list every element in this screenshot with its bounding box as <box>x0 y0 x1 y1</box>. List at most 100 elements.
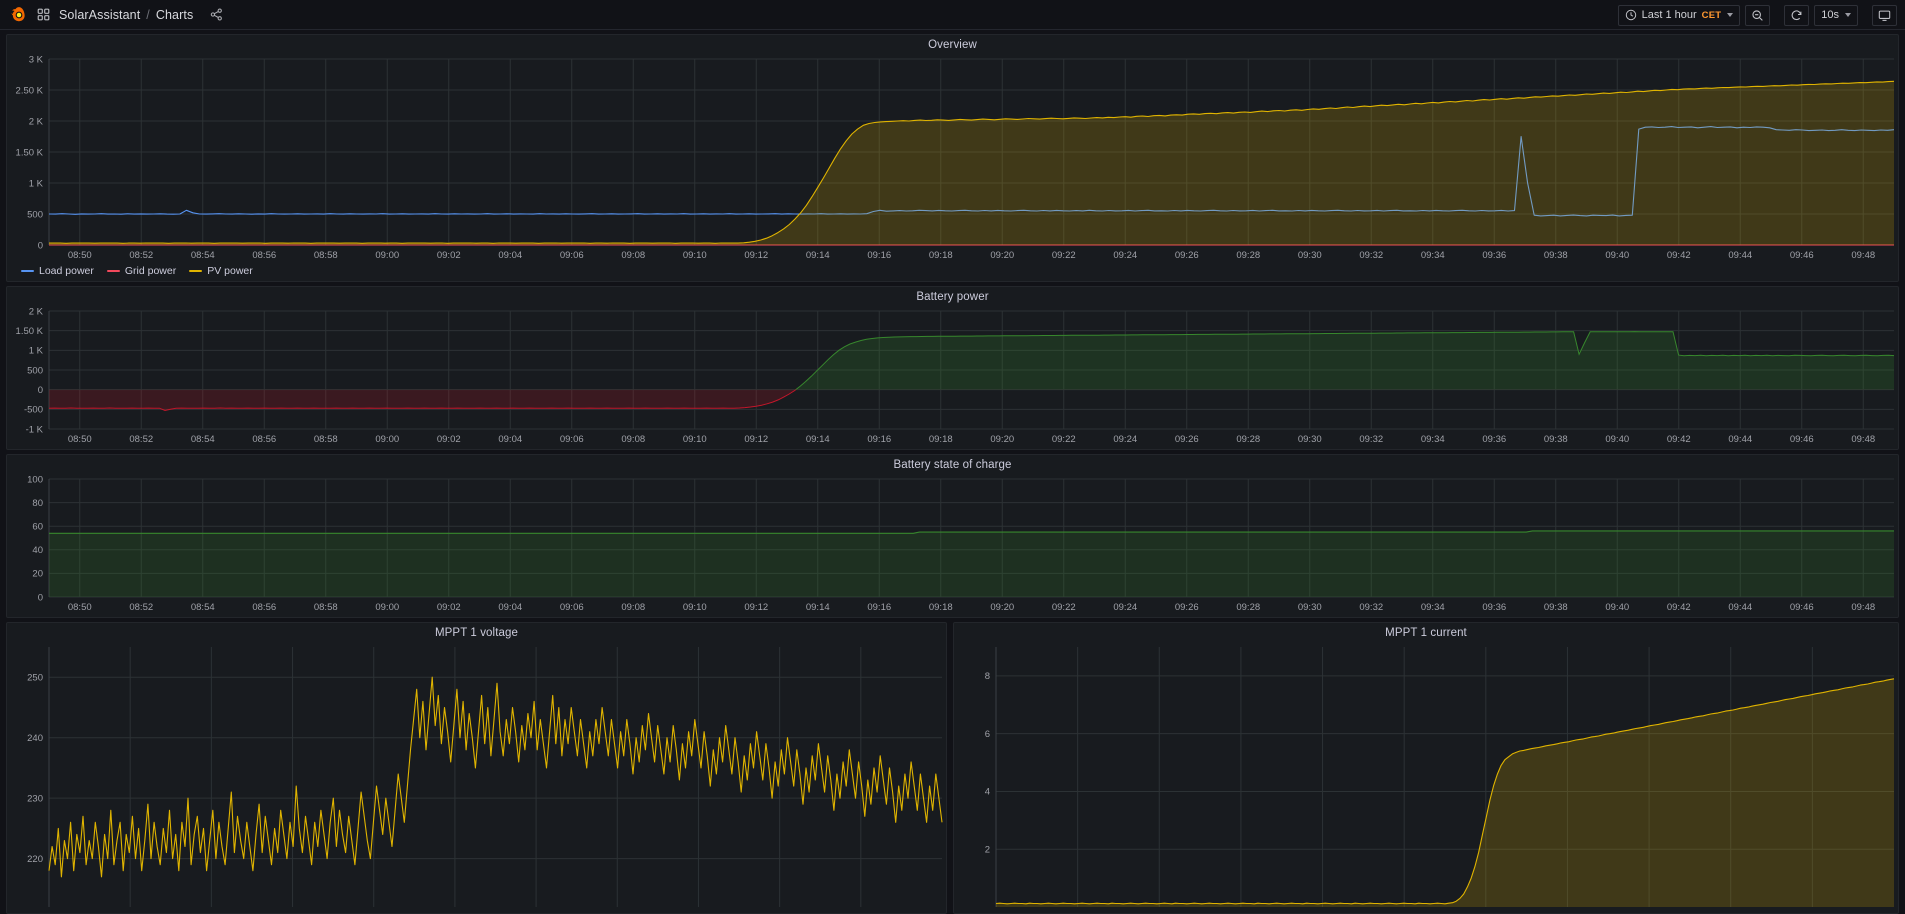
panel-title-battery-power[interactable]: Battery power <box>7 287 1898 305</box>
x-axis-tick-label: 09:06 <box>560 602 584 613</box>
x-axis-tick-label: 09:28 <box>1236 602 1260 613</box>
y-axis-tick-label: 250 <box>27 673 43 684</box>
y-axis-tick-label: 1.50 K <box>16 147 44 158</box>
y-axis-tick-label: 6 <box>985 729 990 740</box>
x-axis-tick-label: 09:08 <box>621 602 645 613</box>
panel-mppt1-current: MPPT 1 current 2 4 6 8 <box>953 622 1899 914</box>
y-axis-tick-label: 2 K <box>29 306 44 317</box>
x-axis-tick-label: 09:00 <box>375 434 399 445</box>
refresh-interval-picker[interactable]: 10s <box>1814 4 1858 26</box>
breadcrumb-root[interactable]: SolarAssistant <box>59 8 140 22</box>
x-axis-tick-label: 08:54 <box>191 434 215 445</box>
x-axis-tick-label: 08:58 <box>314 250 338 261</box>
x-axis-tick-label: 09:26 <box>1175 602 1199 613</box>
legend-swatch <box>106 270 120 272</box>
x-axis-tick-label: 09:22 <box>1052 602 1076 613</box>
y-axis-tick-label: 1.50 K <box>16 326 44 337</box>
x-axis-tick-label: 09:24 <box>1113 434 1137 445</box>
x-axis-tick-label: 09:28 <box>1236 434 1260 445</box>
share-nodes-icon[interactable] <box>202 8 223 21</box>
series-line <box>48 676 943 878</box>
panel-title-overview[interactable]: Overview <box>7 35 1898 53</box>
y-axis-tick-label: 60 <box>32 522 43 533</box>
x-axis-tick-label: 08:54 <box>191 250 215 261</box>
timezone-label: CET <box>1701 9 1722 21</box>
panel-overview: Overview 0 500 1 K 1.50 K2 K 2.50 K3 K 08:50 0… <box>6 34 1899 282</box>
y-axis-tick-label: 2 K <box>29 116 44 127</box>
y-axis-tick-label: 1 K <box>29 178 44 189</box>
x-axis-tick-label: 09:12 <box>744 250 768 261</box>
x-axis-tick-label: 08:56 <box>252 602 276 613</box>
x-axis-tick-label: 09:02 <box>437 602 461 613</box>
x-axis-tick-label: 09:36 <box>1482 434 1506 445</box>
refresh-button[interactable] <box>1784 4 1810 26</box>
plot-mppt1-voltage[interactable]: 220 230 240 250 <box>7 641 946 913</box>
grafana-logo-icon[interactable] <box>10 6 28 24</box>
x-axis-tick-label: 09:16 <box>867 434 891 445</box>
zoom-out-button[interactable] <box>1745 4 1771 26</box>
legend-item-pv-power[interactable]: PV power <box>189 265 253 277</box>
y-axis-tick-label: 230 <box>27 793 43 804</box>
panel-title-mppt1-voltage[interactable]: MPPT 1 voltage <box>7 623 946 641</box>
x-axis-tick-label: 08:52 <box>129 250 153 261</box>
x-axis-tick-label: 09:26 <box>1175 250 1199 261</box>
x-axis-tick-label: 09:06 <box>560 434 584 445</box>
x-axis-tick-label: 09:12 <box>744 602 768 613</box>
x-axis-tick-label: 09:32 <box>1359 434 1383 445</box>
y-axis-tick-label: 1 K <box>29 346 44 357</box>
x-axis-tick-label: 09:14 <box>806 250 830 261</box>
x-axis-tick-label: 09:44 <box>1728 434 1752 445</box>
x-axis-tick-label: 08:50 <box>68 250 92 261</box>
dashboard-toolbar: Last 1 hour CET 10s <box>1617 0 1897 30</box>
x-axis-tick-label: 09:22 <box>1052 250 1076 261</box>
y-axis-tick-label: 500 <box>27 365 43 376</box>
x-axis-tick-label: 08:58 <box>314 434 338 445</box>
x-axis-tick-label: 09:44 <box>1728 602 1752 613</box>
plot-mppt1-current[interactable]: 2 4 6 8 <box>954 641 1898 913</box>
refresh-icon <box>1790 9 1803 22</box>
panel-title-battery-soc[interactable]: Battery state of charge <box>7 455 1898 473</box>
x-axis-tick-label: 09:40 <box>1605 602 1629 613</box>
x-axis-tick-label: 09:46 <box>1790 434 1814 445</box>
x-axis-tick-label: 09:26 <box>1175 434 1199 445</box>
x-axis-tick-label: 09:10 <box>683 434 707 445</box>
panel-battery-soc: Battery state of charge 0 20 40 60 80 100 08:5… <box>6 454 1899 618</box>
x-axis-tick-label: 08:58 <box>314 602 338 613</box>
plot-overview[interactable]: 0 500 1 K 1.50 K 2 K 2.50 K 3 K 08:50 08:52 08:54… <box>7 53 1898 263</box>
x-axis-tick-label: 09:02 <box>437 434 461 445</box>
x-axis-tick-label: 09:40 <box>1605 250 1629 261</box>
top-navigation-bar: SolarAssistant / Charts Last 1 hour CET <box>0 0 1905 30</box>
plot-battery-power[interactable]: -1 K -500 0 500 1 K 1.50 K 2 K 08:50 08:52 08:54 0… <box>7 305 1898 447</box>
x-axis-tick-label: 09:42 <box>1667 602 1691 613</box>
x-axis-tick-label: 09:46 <box>1790 602 1814 613</box>
x-axis-tick-label: 09:44 <box>1728 250 1752 261</box>
legend-overview: Load power Grid power PV power <box>7 265 253 277</box>
legend-item-grid-power[interactable]: Grid power <box>106 265 176 277</box>
plot-battery-soc[interactable]: 0 20 40 60 80 100 08:50 08:52 08:54 08:56 08:58 09:… <box>7 473 1898 615</box>
time-range-picker[interactable]: Last 1 hour CET <box>1617 4 1741 26</box>
x-axis-tick-label: 09:18 <box>929 434 953 445</box>
legend-item-load-power[interactable]: Load power <box>21 265 94 277</box>
panel-title-mppt1-current[interactable]: MPPT 1 current <box>954 623 1898 641</box>
x-axis-tick-label: 08:50 <box>68 434 92 445</box>
x-axis-tick-label: 09:30 <box>1298 250 1322 261</box>
x-axis-tick-label: 09:34 <box>1421 250 1445 261</box>
x-axis-tick-label: 09:36 <box>1482 250 1506 261</box>
legend-label: PV power <box>207 265 253 277</box>
x-axis-tick-label: 09:14 <box>806 434 830 445</box>
y-axis-tick-label: 0 <box>38 592 43 603</box>
breadcrumb-current[interactable]: Charts <box>156 8 193 22</box>
x-axis-tick-label: 09:48 <box>1851 250 1875 261</box>
x-axis-tick-label: 09:20 <box>990 434 1014 445</box>
dashboards-grid-icon[interactable] <box>37 8 50 21</box>
x-axis-tick-label: 09:16 <box>867 250 891 261</box>
zoom-out-icon <box>1751 9 1764 22</box>
y-axis-tick-label: 240 <box>27 733 43 744</box>
x-axis-tick-label: 09:18 <box>929 250 953 261</box>
y-axis-tick-label: 500 <box>27 209 43 220</box>
x-axis-tick-label: 09:40 <box>1605 434 1629 445</box>
x-axis-tick-label: 08:52 <box>129 602 153 613</box>
refresh-interval-label: 10s <box>1821 9 1839 21</box>
x-axis-tick-label: 09:28 <box>1236 250 1260 261</box>
kiosk-mode-button[interactable] <box>1872 4 1897 26</box>
